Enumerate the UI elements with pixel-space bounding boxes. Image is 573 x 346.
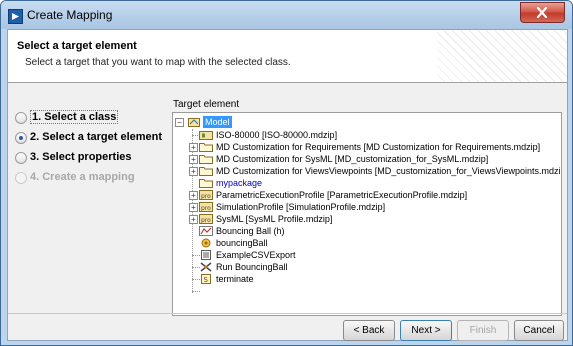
tree-node-label: ExampleCSVExport xyxy=(216,250,296,260)
tree-node-example-csv-export[interactable]: ExampleCSVExport xyxy=(189,249,389,261)
step-radio xyxy=(15,172,27,184)
tree-node-label: terminate xyxy=(216,274,254,284)
target-element-group: Target element − Model ISO-80000 [ISO-80… xyxy=(171,99,562,316)
diagram-icon xyxy=(199,226,213,236)
folder-icon xyxy=(199,166,213,176)
tree-node-label: MD Customization for SysML [MD_customiza… xyxy=(216,154,489,164)
wizard-header: Select a target element Select a target … xyxy=(8,30,567,83)
tree-node-terminate[interactable]: S terminate xyxy=(189,273,389,285)
expand-icon[interactable]: + xyxy=(189,167,198,176)
tree-node-simulation-profile[interactable]: + pro SimulationProfile [SimulationProfi… xyxy=(189,201,489,213)
back-button[interactable]: < Back xyxy=(343,320,395,341)
step-radio[interactable] xyxy=(15,132,27,144)
tree-node-parametric-execution-profile[interactable]: + pro ParametricExecutionProfile [Parame… xyxy=(189,189,549,201)
collapse-icon[interactable]: − xyxy=(175,118,184,127)
app-icon xyxy=(8,9,23,24)
model-package-icon xyxy=(188,117,202,127)
tree-node-label: MD Customization for ViewsViewpoints [MD… xyxy=(216,166,562,176)
close-button[interactable] xyxy=(520,2,565,23)
profile-icon: pro xyxy=(199,202,213,212)
tree-node-label: Bouncing Ball (h) xyxy=(216,226,285,236)
finish-button: Finish xyxy=(457,320,509,341)
tree-node-label: MD Customization for Requirements [MD Cu… xyxy=(216,142,541,152)
footer-separator xyxy=(8,313,567,314)
profile-icon: pro xyxy=(199,214,213,224)
tree-node-label: SimulationProfile [SimulationProfile.mdz… xyxy=(216,202,386,212)
header-decoration xyxy=(437,30,567,82)
svg-text:pro: pro xyxy=(201,193,211,200)
next-button[interactable]: Next > xyxy=(400,320,452,341)
folder-icon xyxy=(199,178,213,188)
library-package-icon xyxy=(199,130,213,140)
create-mapping-dialog: Create Mapping Select a target element S… xyxy=(0,0,573,346)
csv-export-icon xyxy=(199,250,213,260)
svg-text:S: S xyxy=(204,276,209,284)
step-label: 4. Create a mapping xyxy=(30,171,135,183)
tree-node-sysml[interactable]: + pro SysML [SysML Profile.mdzip] xyxy=(189,213,489,225)
expand-icon[interactable]: + xyxy=(189,191,198,200)
folder-icon xyxy=(199,142,213,152)
target-element-tree[interactable]: − Model ISO-80000 [ISO-80000.mdzip] + MD… xyxy=(172,112,562,316)
step-radio[interactable] xyxy=(15,152,27,164)
folder-icon xyxy=(199,154,213,164)
close-icon xyxy=(536,7,548,18)
wizard-steps: 1. Select a class 2. Select a target ele… xyxy=(8,90,168,316)
tree-node-label: SysML [SysML Profile.mdzip] xyxy=(216,214,333,224)
simulation-config-icon xyxy=(199,262,213,272)
tree-node-bouncing-ball-diagram[interactable]: Bouncing Ball (h) xyxy=(189,225,389,237)
tree-node-label: mypackage xyxy=(216,178,263,188)
block-instance-icon xyxy=(199,238,213,248)
tree-node-mypackage[interactable]: mypackage xyxy=(189,177,389,189)
group-title: Target element xyxy=(173,99,240,110)
tree-node-label: ParametricExecutionProfile [ParametricEx… xyxy=(216,190,468,200)
expand-icon[interactable]: + xyxy=(189,155,198,164)
tree-node-md-customization-requirements[interactable]: + MD Customization for Requirements [MD … xyxy=(189,141,549,153)
page-title: Select a target element xyxy=(17,40,137,52)
window-title: Create Mapping xyxy=(27,8,113,22)
dialog-body: Select a target element Select a target … xyxy=(7,29,568,341)
svg-text:pro: pro xyxy=(201,217,211,224)
expand-icon[interactable]: + xyxy=(189,143,198,152)
tree-node-run-bouncingball[interactable]: Run BouncingBall xyxy=(189,261,389,273)
tree-node-bouncingball[interactable]: bouncingBall xyxy=(189,237,389,249)
tree-node-md-customization-viewsviewpoints[interactable]: + MD Customization for ViewsViewpoints [… xyxy=(189,165,562,177)
tree-node-iso-80000[interactable]: ISO-80000 [ISO-80000.mdzip] xyxy=(189,129,549,141)
svg-text:pro: pro xyxy=(201,205,211,212)
expand-icon[interactable]: + xyxy=(189,203,198,212)
step-label: 3. Select properties xyxy=(30,151,132,163)
tree-node-label: ISO-80000 [ISO-80000.mdzip] xyxy=(216,130,338,140)
step-radio[interactable] xyxy=(15,112,27,124)
tree-node-label: bouncingBall xyxy=(216,238,268,248)
page-description: Select a target that you want to map wit… xyxy=(25,57,291,68)
expand-icon[interactable]: + xyxy=(189,215,198,224)
cancel-button[interactable]: Cancel xyxy=(514,320,564,341)
tree-node-label: Run BouncingBall xyxy=(216,262,288,272)
profile-icon: pro xyxy=(199,190,213,200)
tree-node-model[interactable]: − Model xyxy=(175,116,235,128)
tree-node-label: Model xyxy=(203,116,232,128)
signal-icon: S xyxy=(199,274,213,284)
title-bar[interactable]: Create Mapping xyxy=(1,1,572,29)
tree-node-md-customization-sysml[interactable]: + MD Customization for SysML [MD_customi… xyxy=(189,153,549,165)
step-label: 2. Select a target element xyxy=(30,131,163,143)
step-label: 1. Select a class xyxy=(30,110,119,124)
